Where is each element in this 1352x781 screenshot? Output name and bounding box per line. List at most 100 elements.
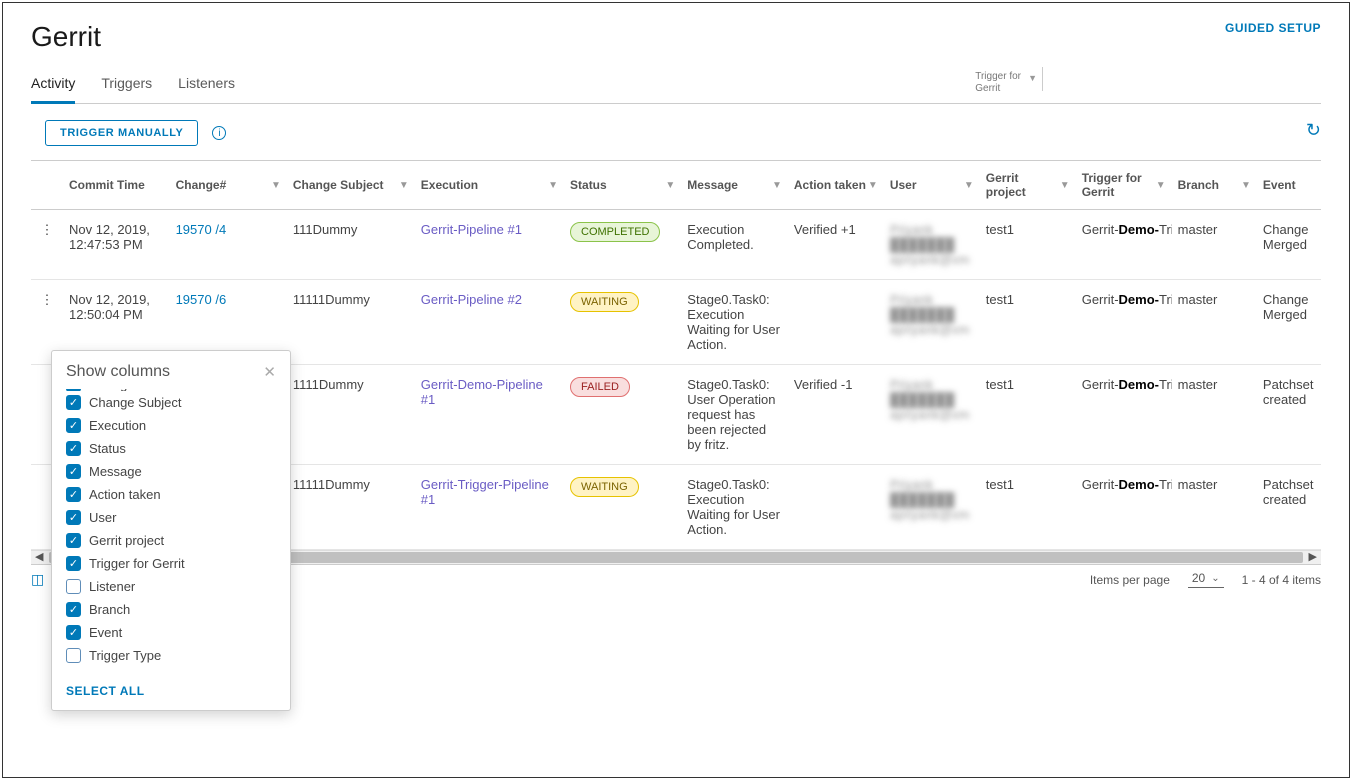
cell-subject: 1111Dummy	[287, 365, 415, 465]
col-header-user[interactable]: User▼	[884, 161, 980, 210]
col-header-gerrit-project[interactable]: Gerrit project▼	[980, 161, 1076, 210]
cell-execution[interactable]: Gerrit-Demo-Pipeline #1	[415, 365, 564, 465]
filter-icon[interactable]: ▼	[665, 180, 675, 191]
col-header-trigger-for-gerrit[interactable]: Trigger for Gerrit▼	[1076, 161, 1172, 210]
tab-triggers[interactable]: Triggers	[101, 67, 152, 103]
cell-trigger: Gerrit-Demo-Trigger	[1076, 210, 1172, 280]
checkbox-icon[interactable]: ✓	[66, 510, 81, 525]
popover-body[interactable]: ✓Change#✓Change Subject✓Execution✓Status…	[52, 389, 290, 675]
column-checkbox-item[interactable]: ✓Branch	[66, 598, 276, 621]
cell-message: Stage0.Task0: User Operation request has…	[681, 365, 788, 465]
cell-subject: 111Dummy	[287, 210, 415, 280]
checkbox-label: Status	[89, 441, 126, 456]
col-header-message[interactable]: Message▼	[681, 161, 788, 210]
scroll-right-icon[interactable]: ▶	[1309, 550, 1317, 563]
items-per-page-label: Items per page	[1090, 573, 1170, 587]
checkbox-icon[interactable]: ✓	[66, 441, 81, 456]
checkbox-icon[interactable]: ✓	[66, 418, 81, 433]
cell-action-taken: Verified +1	[788, 210, 884, 280]
checkbox-icon[interactable]: ✓	[66, 602, 81, 617]
tab-activity[interactable]: Activity	[31, 67, 75, 104]
filter-pill-line1: Trigger for	[975, 71, 1021, 82]
checkbox-label: Action taken	[89, 487, 161, 502]
cell-execution[interactable]: Gerrit-Pipeline #2	[415, 280, 564, 365]
filter-pill-dropdown-icon[interactable]: ▼	[1028, 73, 1037, 83]
cell-branch: master	[1172, 280, 1257, 365]
checkbox-icon[interactable]: ✓	[66, 625, 81, 640]
cell-trigger: Gerrit-Demo-Trigger	[1076, 465, 1172, 550]
checkbox-icon[interactable]: ✓	[66, 487, 81, 502]
action-row: TRIGGER MANUALLY i ↻	[31, 104, 1321, 160]
filter-icon[interactable]: ▼	[1241, 180, 1251, 191]
col-header-change[interactable]: Change#▼	[170, 161, 287, 210]
cell-subject: 11111Dummy	[287, 280, 415, 365]
col-header-status[interactable]: Status▼	[564, 161, 681, 210]
cell-event: Change Merged	[1257, 280, 1321, 365]
filter-icon[interactable]: ▼	[868, 180, 878, 191]
cell-project: test1	[980, 365, 1076, 465]
filter-icon[interactable]: ▼	[964, 180, 974, 191]
close-icon[interactable]: ✕	[263, 363, 276, 381]
scroll-left-icon[interactable]: ◀	[35, 550, 43, 563]
column-checkbox-item[interactable]: Trigger Type	[66, 644, 276, 667]
column-checkbox-item[interactable]: ✓ Action taken	[66, 483, 276, 506]
col-header-commit-time[interactable]: Commit Time	[63, 161, 170, 210]
row-menu-icon[interactable]: ⋮	[31, 210, 63, 280]
page-range-label: 1 - 4 of 4 items	[1242, 573, 1321, 587]
cell-project: test1	[980, 210, 1076, 280]
checkbox-label: Trigger Type	[89, 648, 161, 663]
col-header-event[interactable]: Event	[1257, 161, 1321, 210]
column-checkbox-item[interactable]: ✓User	[66, 506, 276, 529]
cell-branch: master	[1172, 365, 1257, 465]
cell-change[interactable]: 19570 /4	[170, 210, 287, 280]
column-checkbox-item[interactable]: ✓Gerrit project	[66, 529, 276, 552]
cell-user: Priyank ███████ apriyank@vm	[884, 365, 980, 465]
cell-project: test1	[980, 280, 1076, 365]
cell-status: COMPLETED	[564, 210, 681, 280]
checkbox-icon[interactable]	[66, 648, 81, 663]
cell-status: FAILED	[564, 365, 681, 465]
guided-setup-link[interactable]: GUIDED SETUP	[1225, 21, 1321, 35]
column-checkbox-item[interactable]: ✓Execution	[66, 414, 276, 437]
col-header-change-subject[interactable]: Change Subject▼	[287, 161, 415, 210]
checkbox-icon[interactable]: ✓	[66, 556, 81, 571]
filter-icon[interactable]: ▼	[772, 180, 782, 191]
checkbox-icon[interactable]	[66, 579, 81, 594]
filter-icon[interactable]: ▼	[1156, 180, 1166, 191]
cell-execution[interactable]: Gerrit-Pipeline #1	[415, 210, 564, 280]
filter-icon[interactable]: ▼	[1060, 180, 1070, 191]
cell-message: Execution Completed.	[681, 210, 788, 280]
filter-icon[interactable]: ▼	[271, 180, 281, 191]
filter-icon[interactable]: ▼	[399, 180, 409, 191]
table-header: Commit Time Change#▼ Change Subject▼ Exe…	[31, 161, 1321, 210]
column-checkbox-item[interactable]: ✓Trigger for Gerrit	[66, 552, 276, 575]
col-header-branch[interactable]: Branch▼	[1172, 161, 1257, 210]
table-row: ⋮Nov 12, 2019, 12:47:53 PM19570 /4111Dum…	[31, 210, 1321, 280]
col-header-execution[interactable]: Execution▼	[415, 161, 564, 210]
column-checkbox-item[interactable]: ✓Event	[66, 621, 276, 644]
checkbox-icon[interactable]: ✓	[66, 533, 81, 548]
column-checkbox-item[interactable]: ✓ Status	[66, 437, 276, 460]
checkbox-icon[interactable]: ✓	[66, 464, 81, 479]
tab-listeners[interactable]: Listeners	[178, 67, 235, 103]
columns-toggle-icon[interactable]: ◫	[31, 571, 44, 588]
filter-pill[interactable]: Trigger for Gerrit	[975, 71, 1021, 95]
checkbox-icon[interactable]: ✓	[66, 389, 81, 391]
trigger-manually-button[interactable]: TRIGGER MANUALLY	[45, 120, 198, 146]
cell-event: Patchset created	[1257, 465, 1321, 550]
column-checkbox-item[interactable]: Listener	[66, 575, 276, 598]
column-checkbox-item[interactable]: ✓Change Subject	[66, 391, 276, 414]
cell-execution[interactable]: Gerrit-Trigger-Pipeline #1	[415, 465, 564, 550]
select-all-button[interactable]: SELECT ALL	[66, 684, 145, 698]
show-columns-popover: Show columns ✕ ✓Change#✓Change Subject✓E…	[51, 350, 291, 711]
popover-title: Show columns	[66, 363, 170, 381]
col-header-action-taken[interactable]: Action taken▼	[788, 161, 884, 210]
column-checkbox-item[interactable]: ✓Message	[66, 460, 276, 483]
refresh-icon[interactable]: ↻	[1306, 120, 1321, 141]
cell-action-taken: Verified -1	[788, 365, 884, 465]
cell-action-taken	[788, 465, 884, 550]
checkbox-icon[interactable]: ✓	[66, 395, 81, 410]
filter-icon[interactable]: ▼	[548, 180, 558, 191]
info-icon[interactable]: i	[212, 126, 226, 140]
page-size-select[interactable]: 20 ⌄	[1188, 571, 1224, 588]
